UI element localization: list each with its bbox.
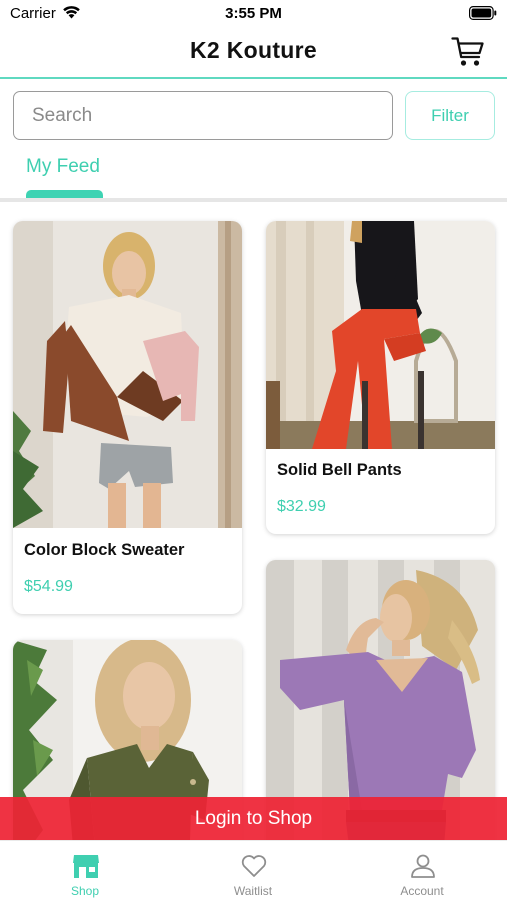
product-name: Solid Bell Pants <box>277 461 402 479</box>
tab-shop-label: Shop <box>70 884 100 898</box>
tab-my-feed[interactable]: My Feed <box>26 156 100 178</box>
product-price: $32.99 <box>277 498 326 515</box>
tab-account[interactable]: Account <box>362 841 482 900</box>
person-icon <box>411 854 435 878</box>
product-card[interactable]: Color Block Sweater $54.99 <box>13 221 242 614</box>
tab-shop[interactable]: Shop <box>25 841 145 900</box>
heart-icon <box>241 855 267 877</box>
tab-divider <box>0 198 507 202</box>
status-time: 3:55 PM <box>225 5 282 22</box>
tab-waitlist[interactable]: Waitlist <box>193 841 313 900</box>
app-title: K2 Kouture <box>190 37 317 63</box>
product-image <box>13 221 242 528</box>
bottom-tab-bar: Shop Waitlist Account <box>0 840 507 900</box>
filter-button[interactable]: Filter <box>405 91 495 140</box>
storefront-icon <box>73 855 99 878</box>
shopping-cart-icon[interactable] <box>451 36 485 73</box>
login-to-shop-banner[interactable]: Login to Shop <box>0 797 507 840</box>
status-bar: Carrier 3:55 PM <box>0 0 507 28</box>
battery-icon <box>469 6 497 25</box>
product-card[interactable]: Solid Bell Pants $32.99 <box>266 221 495 534</box>
tab-waitlist-label: Waitlist <box>233 884 273 898</box>
product-image <box>266 221 495 449</box>
nav-bar: K2 Kouture <box>0 28 507 79</box>
search-input[interactable] <box>13 91 393 140</box>
product-name: Color Block Sweater <box>24 541 185 559</box>
product-price: $54.99 <box>24 578 73 595</box>
tab-account-label: Account <box>400 884 444 898</box>
